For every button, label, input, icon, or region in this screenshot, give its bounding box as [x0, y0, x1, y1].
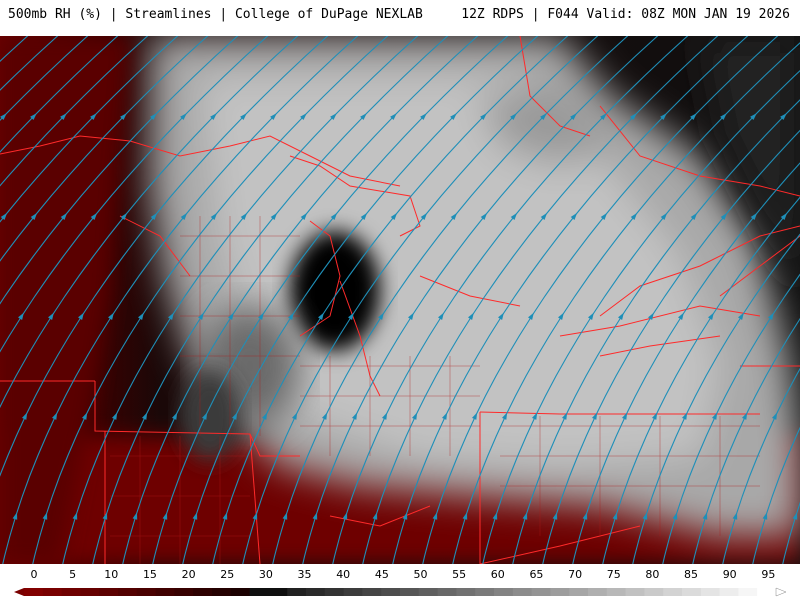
- legend-label-60: 60: [490, 568, 505, 581]
- legend-label-80: 80: [645, 568, 660, 581]
- legend-swatch: [738, 588, 758, 596]
- legend-swatch: [456, 588, 476, 596]
- legend-swatch: [61, 588, 81, 596]
- legend-swatch: [174, 588, 194, 596]
- legend-swatch: [249, 588, 269, 596]
- legend-swatch: [230, 588, 251, 596]
- legend-label-75: 75: [606, 568, 621, 581]
- legend-swatch: [588, 588, 608, 596]
- legend-color-bar: [14, 587, 786, 597]
- legend-swatch: [700, 588, 721, 596]
- legend-swatch: [550, 588, 570, 596]
- model-valid-time: 12Z RDPS | F044 Valid: 08Z MON JAN 19 20…: [461, 7, 790, 22]
- legend-label-20: 20: [181, 568, 196, 581]
- legend-label-30: 30: [258, 568, 273, 581]
- legend-swatch: [99, 588, 119, 596]
- legend-swatch: [663, 588, 683, 596]
- legend-swatch: [757, 588, 777, 596]
- legend-swatch: [418, 588, 439, 596]
- legend-swatch: [569, 588, 589, 596]
- legend-swatch: [682, 588, 702, 596]
- legend-swatch: [475, 588, 495, 596]
- legend-swatch: [42, 588, 63, 596]
- legend-label-50: 50: [413, 568, 428, 581]
- legend-swatch: [287, 588, 307, 596]
- legend-swatch: [719, 588, 739, 596]
- legend-swatch: [494, 588, 514, 596]
- legend-swatch: [306, 588, 326, 596]
- dry-hole: [290, 231, 380, 351]
- legend-label-10: 10: [104, 568, 119, 581]
- legend-swatch: [400, 588, 420, 596]
- legend-label-35: 35: [297, 568, 312, 581]
- legend-swatch: [343, 588, 363, 596]
- map-panel: [0, 36, 800, 564]
- legend-swatch: [644, 588, 664, 596]
- legend-swatch: [118, 588, 138, 596]
- legend-label-55: 55: [452, 568, 467, 581]
- legend-swatch: [531, 588, 551, 596]
- legend-label-95: 95: [761, 568, 776, 581]
- legend-label-15: 15: [142, 568, 157, 581]
- legend-swatch: [606, 588, 627, 596]
- legend-label-40: 40: [336, 568, 351, 581]
- header-bar: 500mb RH (%) | Streamlines | College of …: [0, 0, 800, 34]
- legend-label-65: 65: [529, 568, 544, 581]
- legend-swatch: [625, 588, 645, 596]
- legend-arrow-right: [775, 587, 786, 597]
- rh-color-legend: 0 5 10 15 20 25 30 35 40 45 50 55 60 65 70 75 80 85 90 95: [0, 566, 800, 600]
- legend-label-25: 25: [220, 568, 235, 581]
- legend-swatch: [324, 588, 345, 596]
- legend-swatch: [512, 588, 533, 596]
- legend-label-70: 70: [568, 568, 583, 581]
- legend-arrow-left: [14, 588, 24, 596]
- legend-swatch: [193, 588, 213, 596]
- legend-label-5: 5: [69, 568, 77, 581]
- legend-label-0: 0: [30, 568, 38, 581]
- legend-swatch: [362, 588, 382, 596]
- legend-swatch: [136, 588, 157, 596]
- legend-label-85: 85: [684, 568, 699, 581]
- product-title: 500mb RH (%) | Streamlines | College of …: [8, 7, 423, 22]
- legend-swatch: [80, 588, 100, 596]
- legend-labels: 0 5 10 15 20 25 30 35 40 45 50 55 60 65 70 75 80 85 90 95: [0, 568, 800, 584]
- legend-label-90: 90: [722, 568, 737, 581]
- legend-swatch: [437, 588, 457, 596]
- rh-map-svg: [0, 36, 800, 564]
- legend-swatch: [268, 588, 288, 596]
- legend-swatch: [24, 588, 44, 596]
- legend-swatch: [212, 588, 232, 596]
- legend-swatch: [381, 588, 401, 596]
- legend-swatch: [155, 588, 175, 596]
- legend-label-45: 45: [374, 568, 389, 581]
